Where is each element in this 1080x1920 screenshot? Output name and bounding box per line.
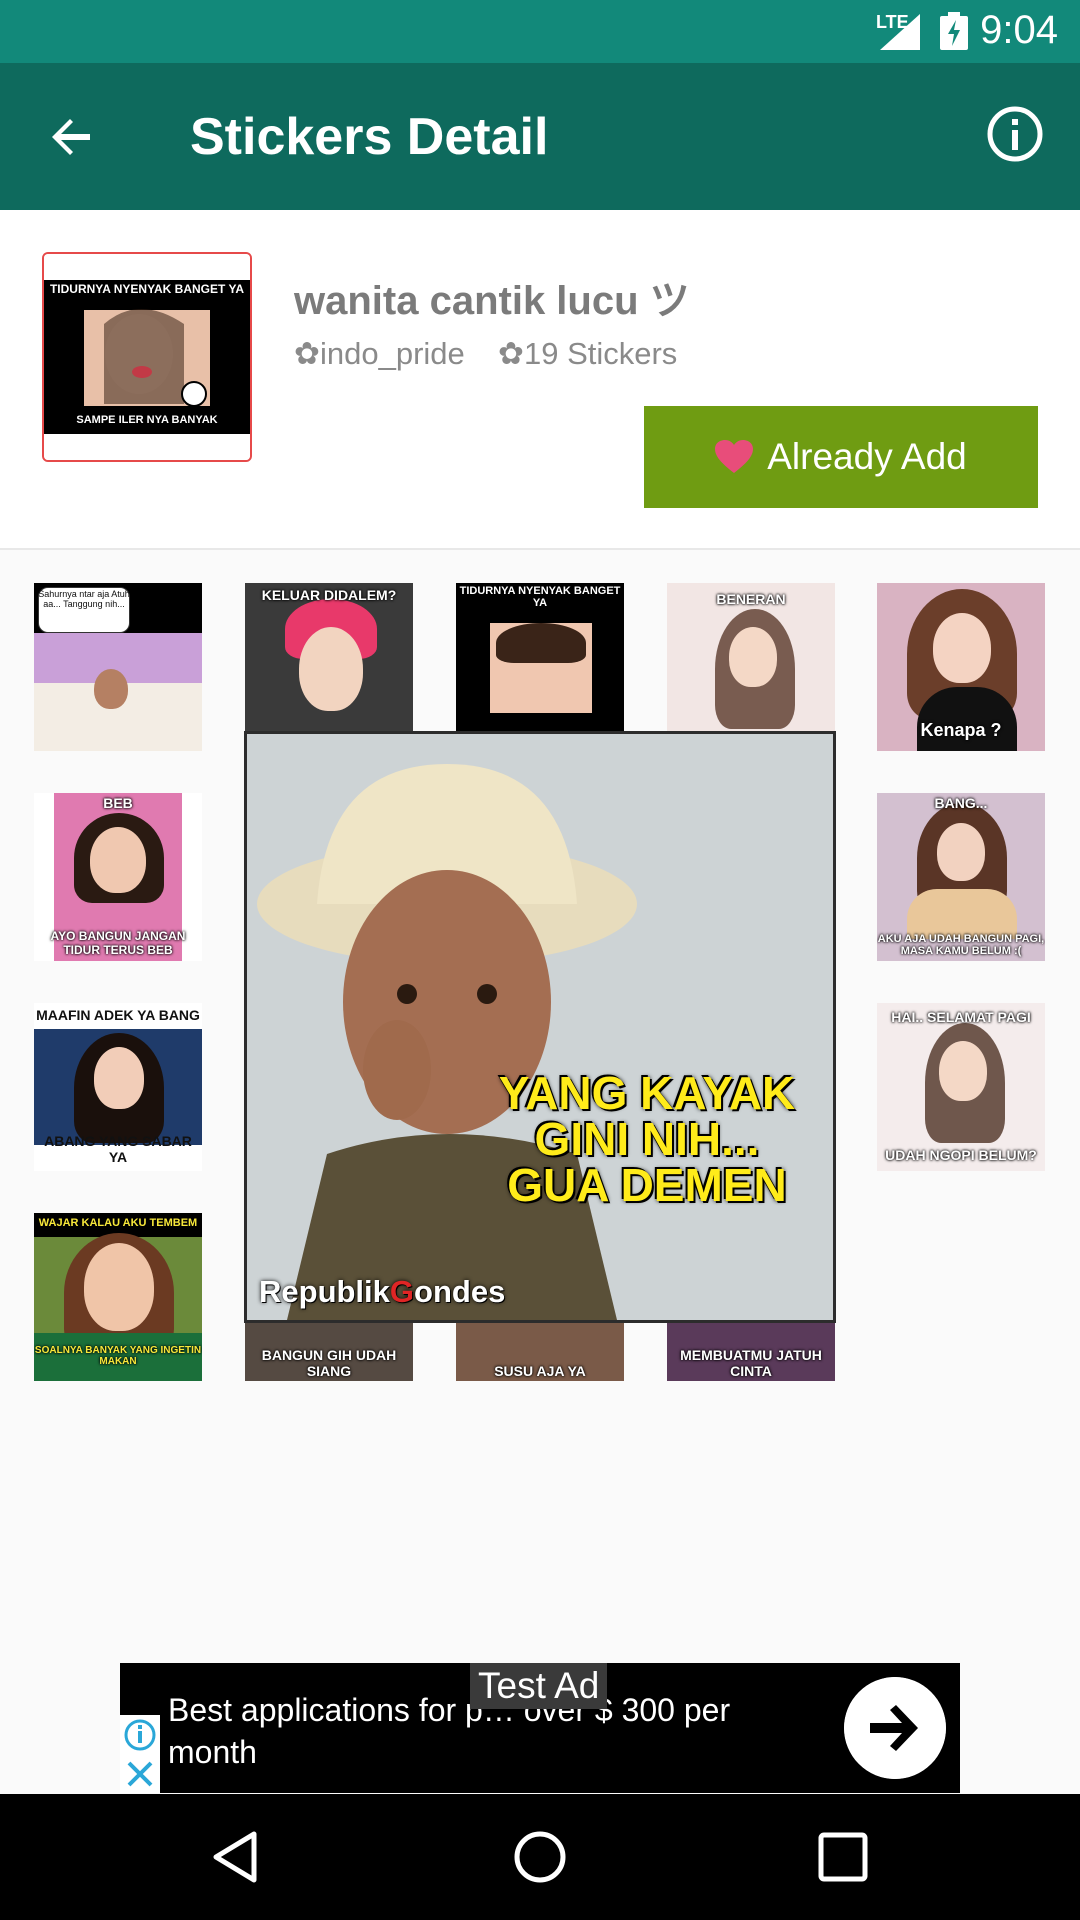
sticker-item[interactable]: Sahurnya ntar aja Atuh aa... Tanggung ni…	[34, 583, 202, 751]
preview-brand: RepublikGondes	[259, 1274, 505, 1310]
sticker-caption-top: WAJAR KALAU AKU TEMBEM	[38, 1217, 198, 1229]
sticker-caption-top: TIDURNYA NYENYAK BANGET YA	[459, 585, 621, 609]
preview-caption-line-2: GINI NIH...	[534, 1113, 760, 1165]
pack-name: wanita cantik lucu ツ	[294, 279, 690, 323]
sticker-caption-bottom: AKU AJA UDAH BANGUN PAGI, MASA KAMU BELU…	[877, 933, 1045, 957]
sticker-caption-bottom: BANGUN GIH UDAH SIANG	[261, 1347, 397, 1379]
sticker-caption-bottom: UDAH NGOPI BELUM?	[885, 1147, 1037, 1163]
heart-icon	[715, 440, 754, 473]
nav-back-icon[interactable]	[208, 1828, 266, 1886]
nav-recents-icon[interactable]	[814, 1828, 872, 1886]
sticker-item[interactable]: BEB AYO BANGUN JANGAN TIDUR TERUS BEB	[34, 793, 202, 961]
sticker-caption-top: Sahurnya ntar aja Atuh aa... Tanggung ni…	[38, 589, 130, 609]
sticker-caption-bottom: MEMBUATMU JATUH CINTA	[680, 1347, 822, 1379]
sticker-preview[interactable]: YANG KAYAK GINI NIH... GUA DEMEN Republi…	[244, 731, 836, 1323]
sticker-caption-top: MAAFIN ADEK YA BANG	[36, 1007, 200, 1023]
sticker-caption-top: KELUAR DIDALEM?	[261, 587, 397, 603]
system-nav-bar	[0, 1794, 1080, 1920]
preview-caption-line-3: GUA DEMEN	[507, 1159, 787, 1211]
adchoices-panel[interactable]	[120, 1715, 160, 1793]
sticker-caption-bottom: AYO BANGUN JANGAN TIDUR TERUS BEB	[50, 929, 186, 957]
status-bar: LTE 9:04	[0, 0, 1080, 63]
signal-icon	[880, 14, 920, 50]
nav-home-icon[interactable]	[511, 1828, 569, 1886]
tray-image: TIDURNYA NYENYAK BANGET YA SAMPE ILER NY…	[42, 252, 252, 462]
preview-caption-line-1: YANG KAYAK	[498, 1067, 796, 1119]
brand-suffix: ondes	[414, 1274, 506, 1309]
pack-publisher: ✿indo_pride	[294, 336, 465, 371]
test-ad-label: Test Ad	[470, 1663, 608, 1709]
sticker-caption-top: BENERAN	[716, 591, 786, 607]
battery-icon	[940, 12, 968, 50]
clock: 9:04	[980, 8, 1058, 52]
sticker-item[interactable]: TIDURNYA NYENYAK BANGET YA	[456, 583, 624, 751]
arrow-forward-icon[interactable]	[844, 1677, 946, 1779]
sticker-caption-bottom: Kenapa ?	[920, 720, 1002, 740]
already-add-label: Already Add	[767, 436, 967, 477]
tray-caption-top: TIDURNYA NYENYAK BANGET YA	[49, 282, 245, 296]
arrow-back-icon[interactable]	[44, 109, 100, 165]
sticker-caption-top: BANG...	[934, 795, 988, 811]
pack-header: TIDURNYA NYENYAK BANGET YA SAMPE ILER NY…	[0, 210, 1080, 550]
sticker-caption-bottom: ABANG YANG SABAR YA	[44, 1133, 192, 1165]
sticker-item[interactable]: BANG... AKU AJA UDAH BANGUN PAGI, MASA K…	[877, 793, 1045, 961]
sticker-item[interactable]: BENERAN	[667, 583, 835, 751]
sticker-item[interactable]: KELUAR DIDALEM?	[245, 583, 413, 751]
sticker-item[interactable]: WAJAR KALAU AKU TEMBEM SOALNYA BANYAK YA…	[34, 1213, 202, 1381]
sticker-count: ✿19 Stickers	[498, 336, 678, 371]
brand-g: G	[389, 1274, 415, 1309]
sticker-item[interactable]: MAAFIN ADEK YA BANG ABANG YANG SABAR YA	[34, 1003, 202, 1171]
ad-banner[interactable]: Best applications for p… over $ 300 per …	[120, 1663, 960, 1793]
sticker-item[interactable]: Kenapa ?	[877, 583, 1045, 751]
brand-prefix: Republik	[259, 1274, 390, 1309]
page-title: Stickers Detail	[190, 108, 549, 166]
sticker-caption-bottom: SUSU AJA YA	[494, 1363, 586, 1379]
sticker-caption-top: HAI.. SELAMAT PAGI	[891, 1009, 1031, 1025]
sticker-caption-bottom: SOALNYA BANYAK YANG INGETIN MAKAN	[34, 1345, 202, 1367]
adchoices-info-icon[interactable]	[120, 1715, 160, 1793]
sticker-item[interactable]: HAI.. SELAMAT PAGI UDAH NGOPI BELUM?	[877, 1003, 1045, 1171]
sticker-caption-top: BEB	[103, 795, 133, 811]
tray-caption-bottom: SAMPE ILER NYA BANYAK	[76, 414, 218, 426]
preview-caption: YANG KAYAK GINI NIH... GUA DEMEN	[467, 1070, 827, 1208]
info-icon[interactable]	[986, 105, 1044, 163]
already-add-button[interactable]: Already Add	[644, 406, 1038, 508]
app-toolbar: Stickers Detail	[0, 63, 1080, 210]
preview-art	[247, 734, 833, 1320]
